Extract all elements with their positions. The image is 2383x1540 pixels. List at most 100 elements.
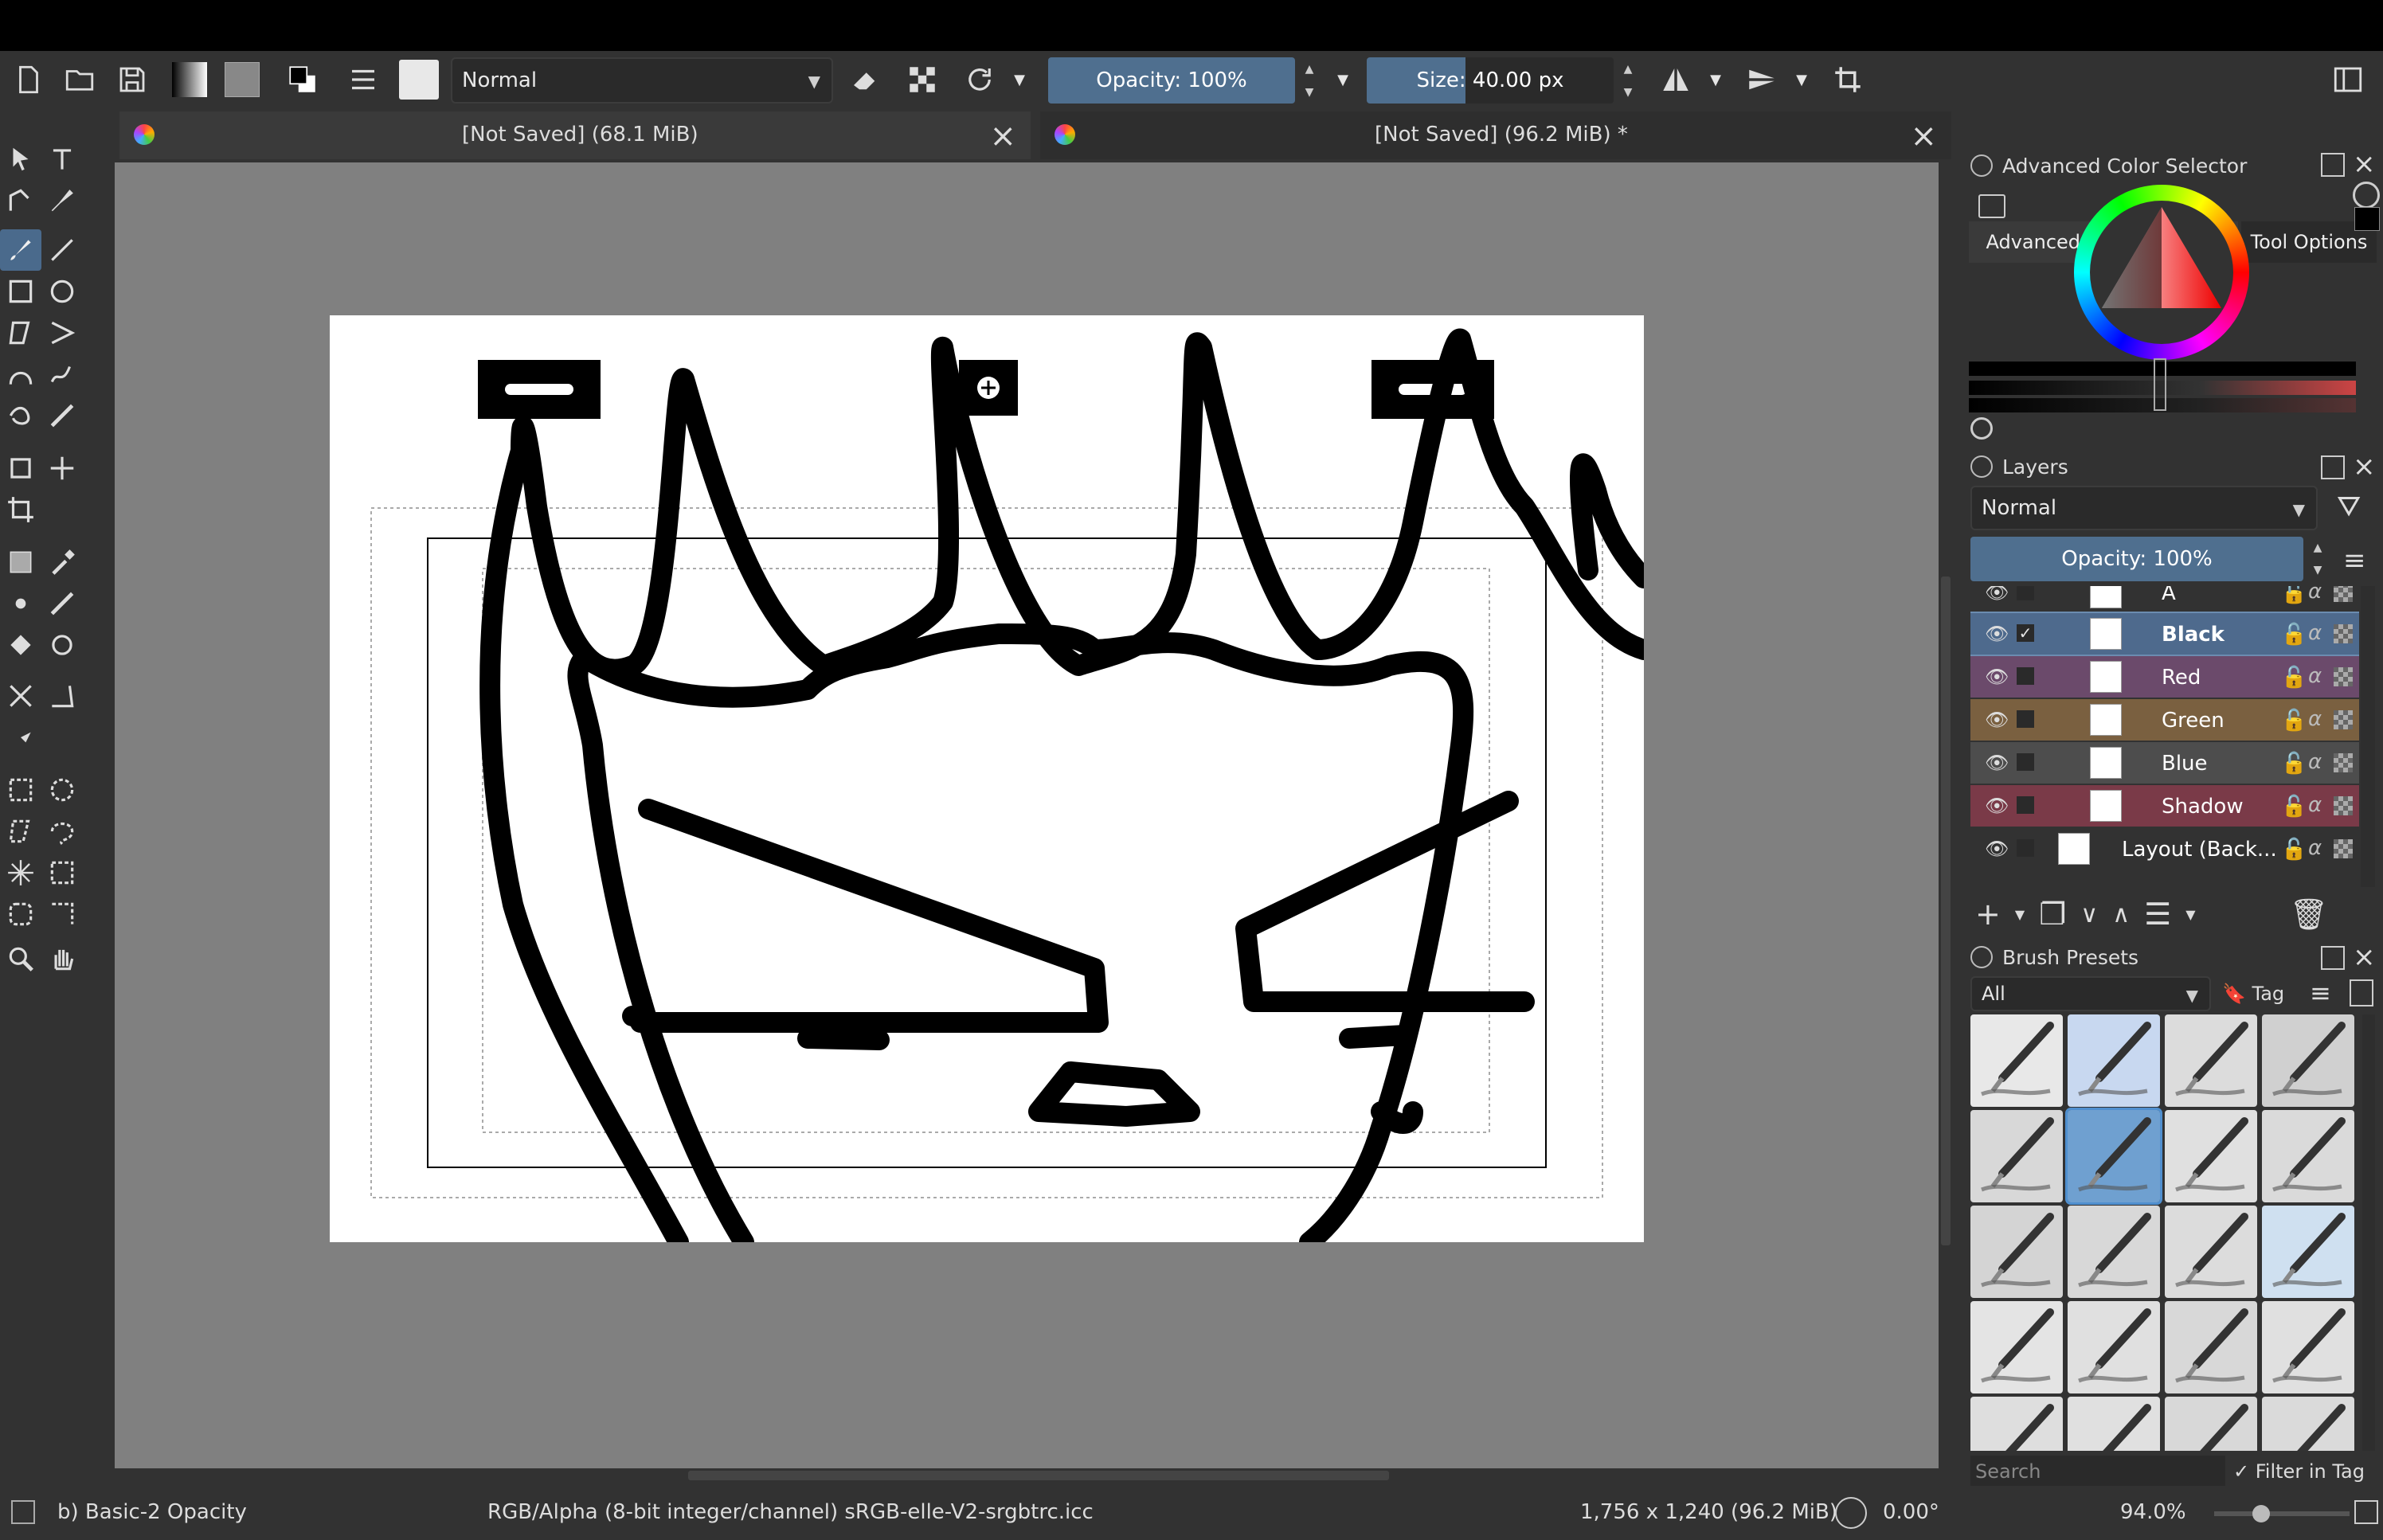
filter-in-tag-checkbox[interactable]: ✓ Filter in Tag	[2233, 1456, 2365, 1487]
brush-preset-item[interactable]	[1970, 1397, 2063, 1451]
layer-opacity-slider[interactable]: Opacity: 100%	[1970, 537, 2303, 581]
edit-shapes-icon[interactable]	[0, 180, 41, 221]
line-tool-icon[interactable]	[41, 229, 83, 271]
enclose-fill-icon[interactable]	[41, 624, 83, 666]
eye-icon[interactable]: 👁	[1985, 586, 2009, 604]
float-panel-icon[interactable]	[2321, 946, 2345, 970]
mirror-vertical-icon[interactable]	[1739, 57, 1784, 102]
brush-preset-item[interactable]	[2165, 1014, 2257, 1107]
inherit-alpha-icon[interactable]	[2334, 710, 2353, 729]
dynamic-brush-icon[interactable]	[0, 395, 41, 436]
rect-select-icon[interactable]	[0, 769, 41, 811]
lock-icon[interactable]: 🔓	[2281, 752, 2307, 776]
eye-icon[interactable]: 👁	[1985, 709, 2009, 731]
ellipse-select-icon[interactable]	[41, 769, 83, 811]
lock-icon[interactable]: 🔓	[2281, 586, 2307, 605]
brush-preset-item[interactable]	[2165, 1110, 2257, 1202]
gradient-icon[interactable]	[167, 57, 212, 102]
wrap-around-icon[interactable]	[1825, 57, 1870, 102]
saturation-triangle[interactable]	[2090, 201, 2233, 344]
eye-icon[interactable]: 👁	[1985, 795, 2009, 817]
fit-view-icon[interactable]	[2354, 1500, 2378, 1524]
layer-properties-icon[interactable]: ☰	[2144, 897, 2171, 932]
lock-icon[interactable]: 🔓	[2281, 709, 2307, 733]
contiguous-select-icon[interactable]	[0, 852, 41, 893]
filter-icon[interactable]: ⛛	[2337, 491, 2361, 524]
magnetic-select-icon[interactable]	[41, 893, 83, 935]
layer-scrollbar[interactable]	[2361, 586, 2375, 887]
lock-icon[interactable]: 🔓	[2281, 623, 2307, 647]
brush-preset-item[interactable]	[2068, 1301, 2160, 1393]
chevron-down-icon[interactable]: ▼	[2015, 907, 2025, 922]
brush-preset-item[interactable]	[2262, 1014, 2354, 1107]
layer-checkbox[interactable]: ✓	[2017, 624, 2034, 642]
brush-search-input[interactable]: Search	[1970, 1456, 2225, 1487]
assistant-tool-icon[interactable]	[41, 583, 83, 624]
brush-preset-item[interactable]	[2068, 1014, 2160, 1107]
layer-row[interactable]: 👁 Green 🔓 α	[1970, 699, 2359, 741]
blend-mode-select[interactable]: Normal ▼	[451, 57, 833, 104]
lock-icon[interactable]	[1970, 946, 1993, 968]
freehand-path-icon[interactable]	[41, 354, 83, 395]
alpha-lock-icon[interactable]: α	[2308, 836, 2322, 860]
menu-icon[interactable]: ≡	[2343, 545, 2366, 577]
alpha-lock-icon[interactable]: α	[2308, 793, 2322, 817]
brush-preset-item[interactable]	[1970, 1206, 2063, 1298]
close-icon[interactable]: ×	[2353, 451, 2376, 483]
gradient-tool-icon[interactable]	[0, 541, 41, 583]
freehand-select-icon[interactable]	[41, 811, 83, 852]
chevron-down-icon[interactable]: ▼	[1700, 57, 1731, 102]
lock-icon[interactable]	[1970, 154, 1993, 177]
lock-icon[interactable]: 🔓	[2281, 838, 2307, 862]
opacity-slider[interactable]: Opacity: 100%	[1048, 57, 1295, 104]
inherit-alpha-icon[interactable]	[2334, 753, 2353, 772]
brush-preset-item[interactable]	[2262, 1397, 2354, 1451]
brush-preset-item[interactable]	[1970, 1110, 2063, 1202]
size-spinner[interactable]: ▲ ▼	[1618, 57, 1638, 104]
new-document-icon[interactable]	[6, 57, 51, 102]
eraser-mode-icon[interactable]	[843, 57, 887, 102]
brush-preset-item[interactable]	[2262, 1301, 2354, 1393]
brush-tag-select[interactable]: All ▼	[1970, 976, 2211, 1011]
move-up-icon[interactable]: ∧	[2112, 901, 2130, 928]
similar-select-icon[interactable]	[41, 852, 83, 893]
size-slider[interactable]: Size: 40.00 px	[1367, 57, 1614, 104]
layer-checkbox[interactable]	[2017, 839, 2034, 857]
tab-document-1[interactable]: [Not Saved] (68.1 MiB) ×	[119, 111, 1031, 159]
opacity-spinner[interactable]: ▲ ▼	[1300, 57, 1319, 104]
measure-tool-icon[interactable]	[41, 675, 83, 717]
layer-checkbox[interactable]	[2017, 710, 2034, 728]
move-down-icon[interactable]: ∨	[2080, 901, 2098, 928]
layer-row[interactable]: 👁 ✓ Black 🔓 α	[1970, 612, 2359, 656]
reference-pin-icon[interactable]	[0, 717, 41, 758]
ellipse-tool-icon[interactable]	[41, 271, 83, 312]
brush-preview-icon[interactable]	[11, 1500, 35, 1524]
alpha-lock-icon[interactable]: α	[2308, 586, 2322, 604]
move-tool-icon[interactable]	[41, 448, 83, 489]
lock-icon[interactable]: 🔓	[2281, 795, 2307, 819]
delete-layer-icon[interactable]: 🗑	[2290, 897, 2328, 932]
brush-settings-icon[interactable]	[341, 57, 385, 102]
preserve-alpha-icon[interactable]	[900, 57, 945, 102]
rectangle-tool-icon[interactable]	[0, 271, 41, 312]
refresh-icon[interactable]	[1970, 417, 1993, 440]
color-picker-icon[interactable]	[41, 541, 83, 583]
calligraphy-icon[interactable]	[41, 180, 83, 221]
rotate-icon[interactable]	[1835, 1497, 1867, 1529]
layer-row[interactable]: 👁 Red 🔓 α	[1970, 656, 2359, 698]
brush-preset-item[interactable]	[2262, 1206, 2354, 1298]
transform-tool-icon[interactable]	[0, 448, 41, 489]
close-icon[interactable]: ×	[989, 118, 1016, 154]
crop-tool-icon[interactable]	[0, 489, 41, 530]
lock-icon[interactable]	[1970, 455, 1993, 478]
duplicate-layer-icon[interactable]: ❐	[2039, 897, 2066, 932]
menu-icon[interactable]: ≡	[2310, 978, 2331, 1008]
brush-preset-item[interactable]	[2165, 1301, 2257, 1393]
text-tool-icon[interactable]	[41, 139, 83, 180]
no-color-icon[interactable]	[2353, 182, 2380, 209]
inherit-alpha-icon[interactable]	[2334, 796, 2353, 815]
horizontal-scrollbar[interactable]	[115, 1468, 1939, 1483]
mirror-horizontal-icon[interactable]	[1653, 57, 1698, 102]
brush-preset-icon[interactable]	[397, 57, 441, 102]
brush-preset-item[interactable]	[1970, 1301, 2063, 1393]
